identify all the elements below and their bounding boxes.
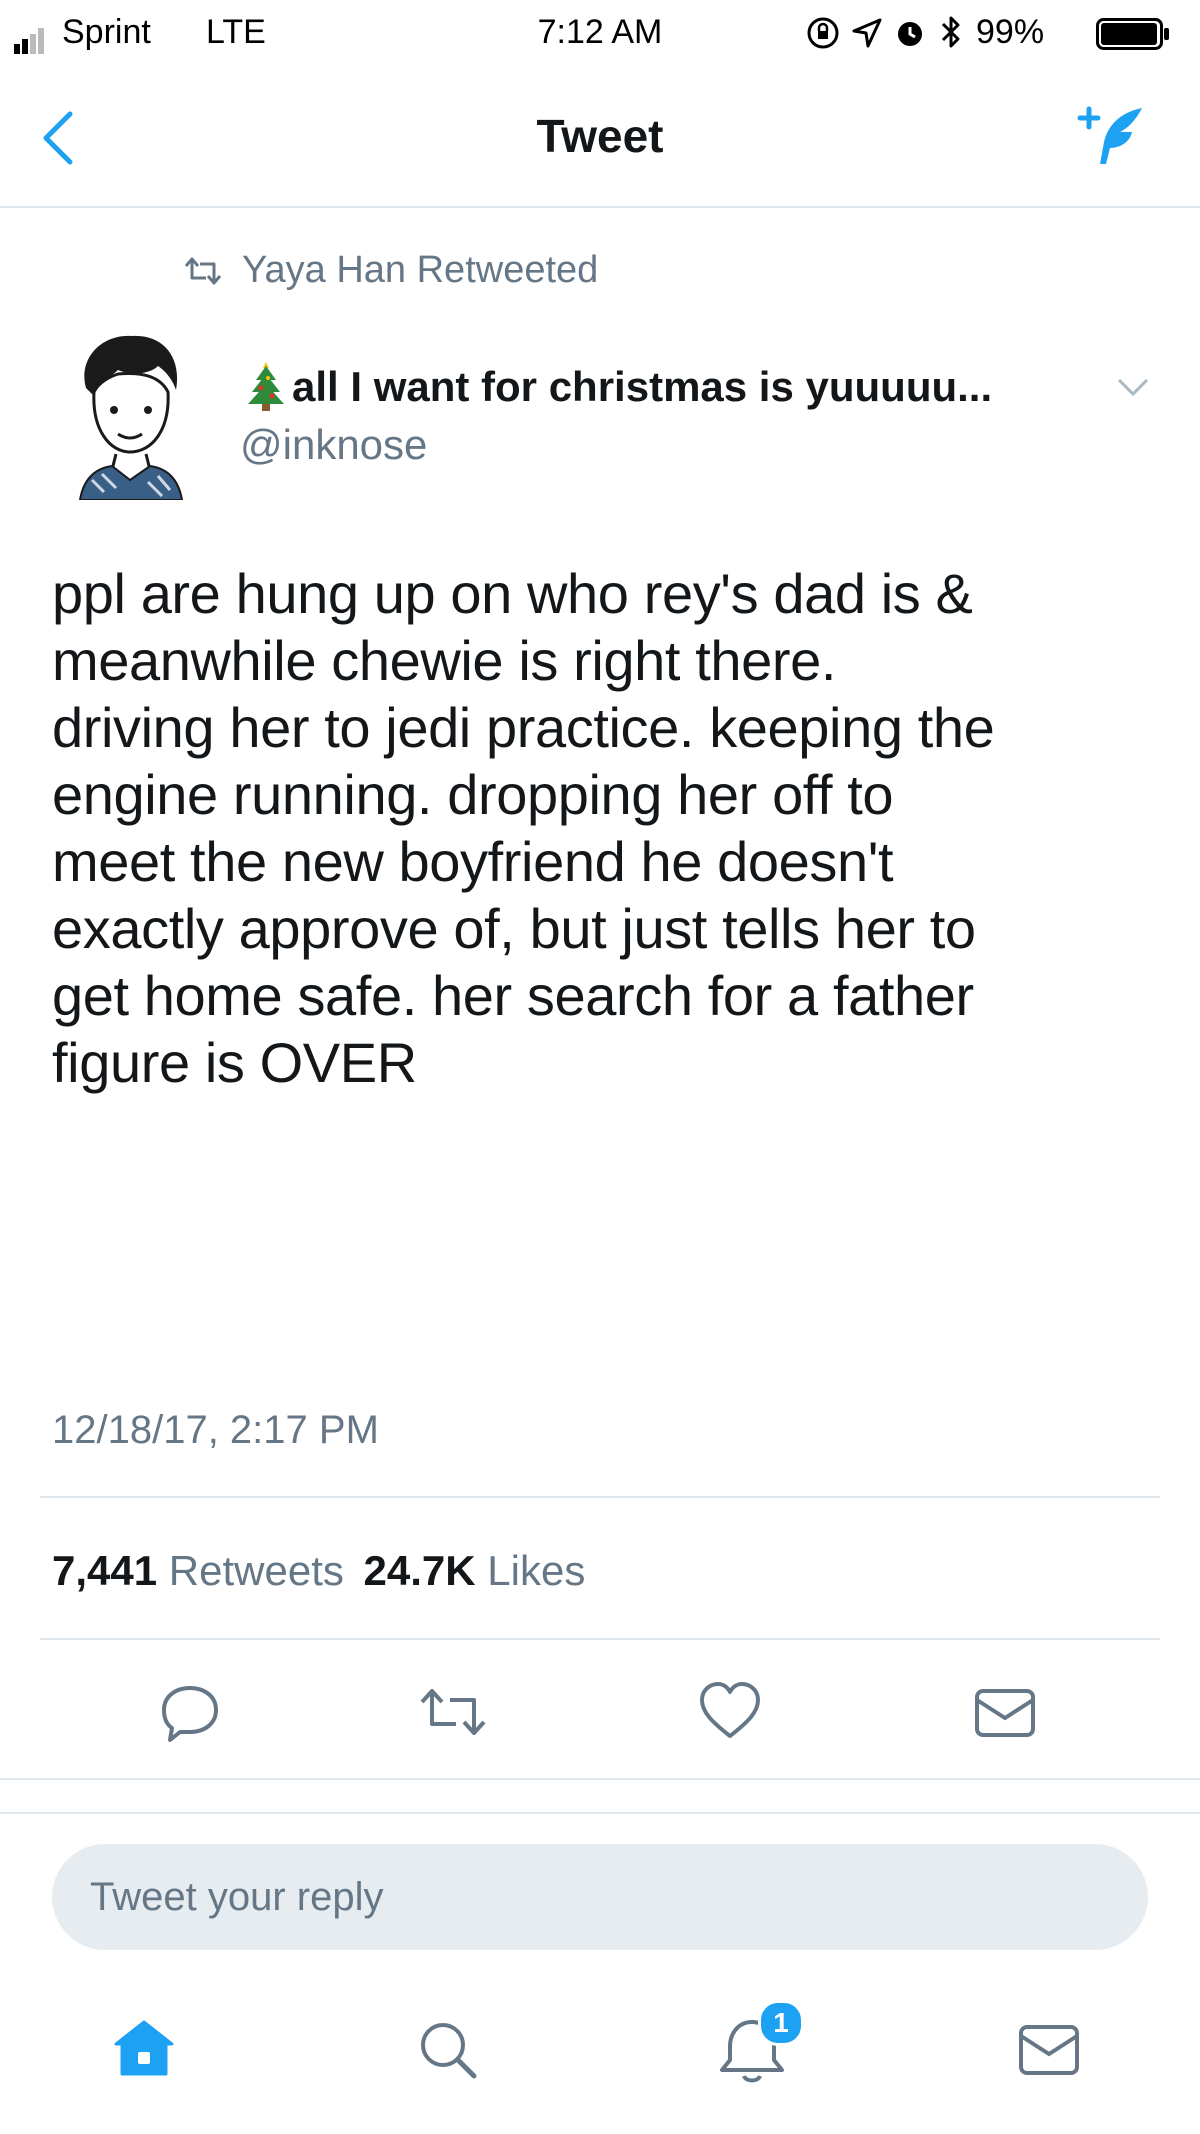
home-icon — [114, 2020, 174, 2076]
direct-message-button[interactable] — [974, 1688, 1036, 1738]
heart-icon — [700, 1682, 760, 1738]
compose-tweet-button[interactable] — [1070, 102, 1154, 172]
divider — [40, 1496, 1160, 1498]
tweet-text: ppl are hung up on who rey's dad is & me… — [52, 562, 995, 1094]
likes-label[interactable]: Likes — [487, 1547, 585, 1594]
compose-quill-icon — [1077, 106, 1142, 164]
avatar[interactable] — [72, 330, 188, 500]
likes-count[interactable]: 24.7K — [364, 1547, 476, 1594]
notifications-badge: 1 — [758, 2000, 804, 2046]
retweet-context-icon — [182, 256, 224, 286]
retweet-button[interactable] — [418, 1686, 488, 1738]
retweets-label[interactable]: Retweets — [169, 1547, 344, 1594]
search-icon — [421, 2023, 477, 2079]
battery-icon — [1096, 18, 1170, 50]
alarm-icon — [894, 16, 926, 50]
tab-notifications[interactable]: 1 — [716, 2000, 806, 2090]
like-button[interactable] — [698, 1680, 762, 1740]
tab-messages[interactable] — [1018, 2024, 1080, 2076]
status-bar: Sprint LTE 7:12 AM 99% — [0, 0, 1200, 66]
divider — [0, 1812, 1200, 1814]
tab-search[interactable] — [416, 2018, 480, 2082]
retweets-count[interactable]: 7,441 — [52, 1547, 157, 1594]
bluetooth-icon — [940, 14, 962, 50]
tweet-options-chevron-icon[interactable] — [1116, 376, 1150, 398]
envelope-icon — [975, 1689, 1035, 1737]
retweet-icon — [420, 1689, 486, 1735]
author-handle[interactable]: @inknose — [240, 420, 427, 470]
battery-percent: 99% — [976, 13, 1045, 51]
page-title: Tweet — [536, 110, 664, 162]
author-display-name[interactable]: all I want for christmas is yuuuuu... — [292, 362, 992, 412]
tweet-timestamp: 12/18/17, 2:17 PM — [52, 1408, 379, 1452]
messages-envelope-icon — [1019, 2025, 1079, 2075]
reply-input[interactable]: Tweet your reply — [52, 1844, 1148, 1950]
christmas-tree-icon — [246, 360, 286, 412]
tweet-stats: 7,441 Retweets 24.7K Likes — [52, 1546, 585, 1596]
retweet-context-text: Yaya Han Retweeted — [242, 249, 599, 291]
reply-button[interactable] — [158, 1680, 222, 1744]
reply-placeholder: Tweet your reply — [90, 1875, 384, 1919]
reply-icon — [162, 1686, 218, 1742]
orientation-lock-icon — [806, 16, 840, 50]
tab-home[interactable] — [112, 2016, 176, 2080]
nav-bar: Tweet — [0, 66, 1200, 208]
divider — [40, 1638, 1160, 1640]
location-icon — [852, 18, 882, 48]
divider — [0, 1778, 1200, 1780]
